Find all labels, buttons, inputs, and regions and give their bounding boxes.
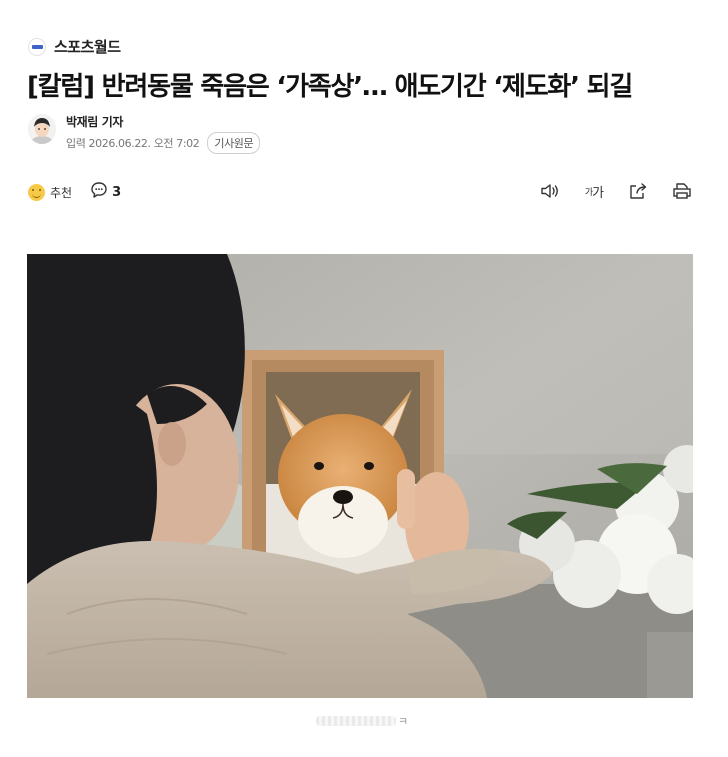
origin-article-button[interactable]: 기사원문 <box>207 132 261 154</box>
recommend-button[interactable]: 추천 <box>28 183 73 201</box>
reporter-avatar[interactable] <box>28 114 56 144</box>
caption-tail: ㅋ <box>398 715 409 728</box>
published-date: 입력 2026.06.22. 오전 7:02 <box>66 137 200 150</box>
font-size-icon[interactable]: 가가 <box>584 181 604 201</box>
press-name[interactable]: 스포츠월드 <box>54 36 121 57</box>
comment-button[interactable]: 3 <box>90 181 121 203</box>
press-header[interactable]: 스포츠월드 <box>28 36 121 57</box>
article-tools: 가가 <box>540 181 692 201</box>
article-headline: [칼럼] 반려동물 죽음은 ‘가족상’… 애도기간 ‘제도화’ 되길 <box>27 72 633 102</box>
comment-count: 3 <box>112 184 122 200</box>
reaction-bar: 추천 3 <box>28 181 121 203</box>
reporter-name[interactable]: 박재림 기자 <box>66 114 260 130</box>
caption-blurred-text <box>316 716 396 726</box>
press-logo-icon[interactable] <box>28 37 46 56</box>
photo-caption: ㅋ <box>316 712 412 730</box>
font-size-large-label: 가 <box>592 185 604 201</box>
article-photo[interactable] <box>27 254 693 698</box>
print-icon[interactable] <box>672 181 692 201</box>
byline: 박재림 기자 입력 2026.06.22. 오전 7:02 기사원문 <box>28 114 261 154</box>
comment-icon <box>90 181 108 203</box>
smile-icon <box>28 183 45 201</box>
font-size-small-label: 가 <box>584 187 593 198</box>
recommend-label: 추천 <box>50 185 73 200</box>
share-icon[interactable] <box>628 181 648 201</box>
speaker-icon[interactable] <box>540 181 560 201</box>
